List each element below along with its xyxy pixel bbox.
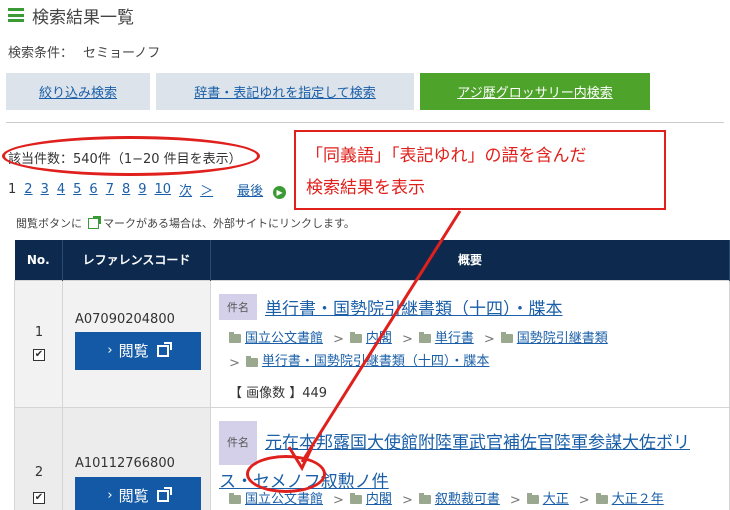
annotation-arrow-icon (287, 210, 462, 472)
